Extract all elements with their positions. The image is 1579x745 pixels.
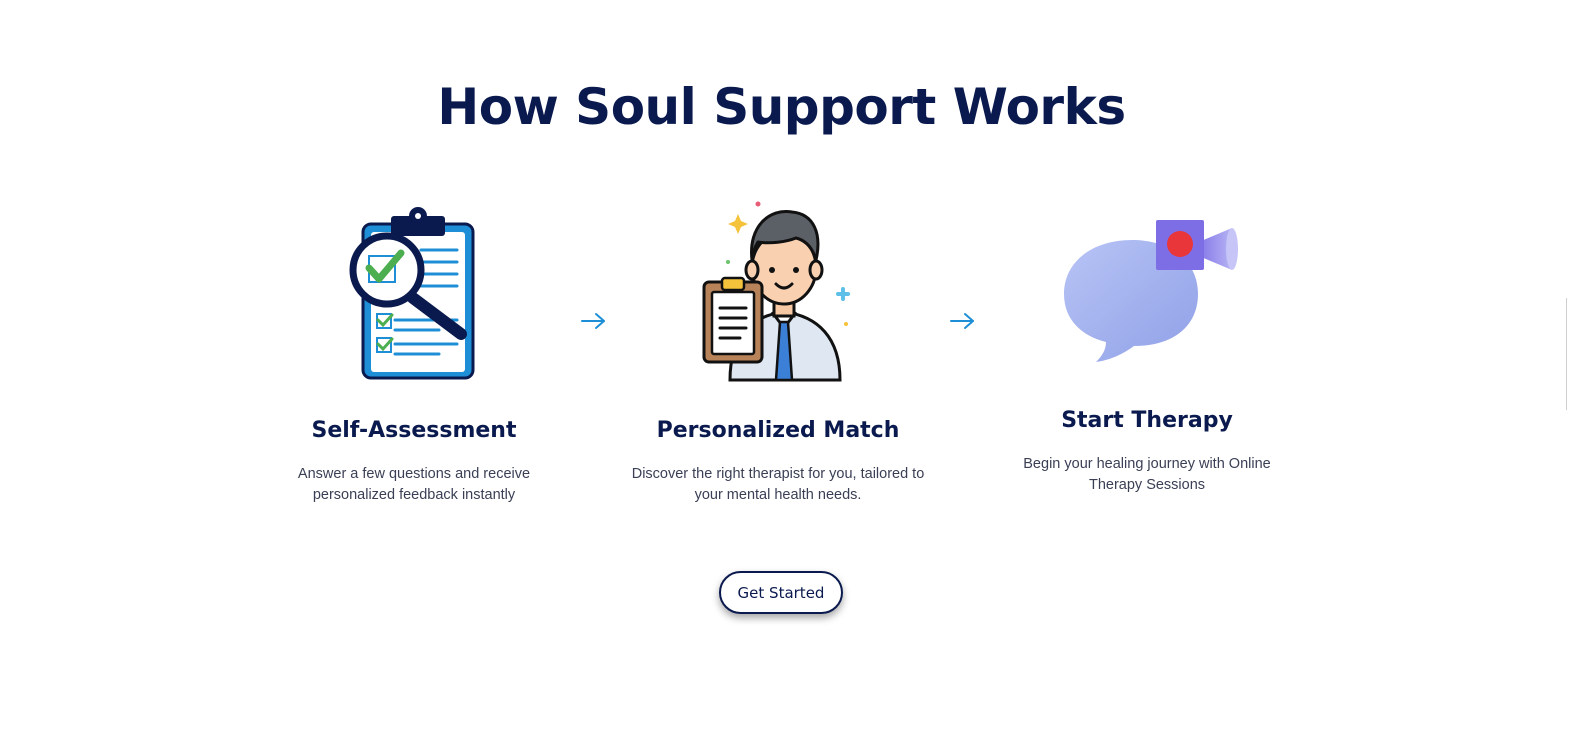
step-title: Start Therapy [1061,408,1233,433]
step-title: Self-Assessment [311,418,517,443]
chat-bubble-video-camera-icon [1064,220,1238,362]
doctor-with-clipboard-icon [702,201,850,382]
step-description: Discover the right therapist for you, ta… [631,466,925,503]
step-description: Begin your healing journey with Online T… [1023,456,1271,493]
step-start-therapy: Start Therapy Begin your healing journey… [977,0,1317,520]
get-started-button[interactable]: Get Started [719,571,843,614]
scrollbar-edge [1566,298,1567,410]
clipboard-magnifier-icon [349,207,475,380]
arrow-right-icon [950,313,974,329]
step-title: Personalized Match [656,418,900,443]
step-personalized-match: Personalized Match Discover the right th… [608,0,948,520]
step-description: Answer a few questions and receive perso… [297,466,531,503]
arrow-right-icon [581,313,605,329]
step-self-assessment: Self-Assessment Answer a few questions a… [244,0,584,520]
